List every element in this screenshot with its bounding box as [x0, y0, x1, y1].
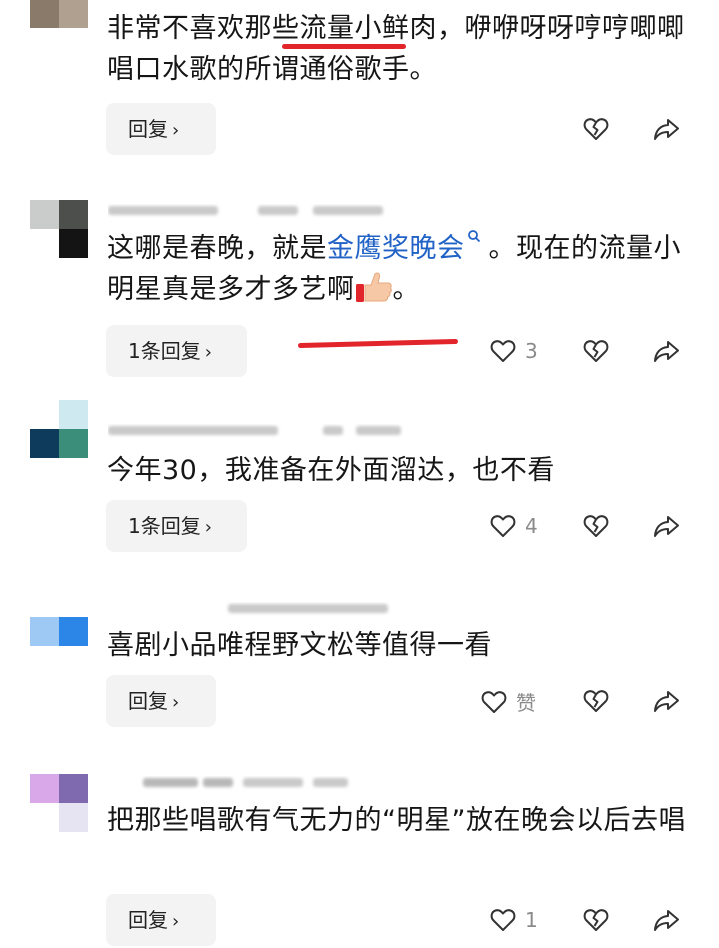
highlight-underline	[297, 338, 459, 349]
dislike-icon[interactable]	[582, 115, 610, 143]
avatar[interactable]	[30, 400, 88, 458]
comment-text: 今年30，我准备在外面溜达，也不看	[107, 455, 555, 486]
dislike-icon[interactable]	[582, 687, 610, 715]
comment-text: 喜剧小品唯程野文松等值得一看	[107, 630, 492, 661]
blurred-username	[108, 776, 408, 790]
share-icon[interactable]	[652, 687, 680, 715]
blurred-username	[108, 602, 428, 616]
reply-button[interactable]: 1条回复 ›	[106, 325, 247, 377]
avatar[interactable]	[30, 0, 88, 28]
comment-text: 非常不喜欢那些流量小鲜肉，咿咿呀呀哼哼唧唧唱口水歌的所谓通俗歌手。	[107, 13, 685, 85]
search-icon[interactable]	[467, 229, 481, 247]
chevron-right-icon: ›	[172, 911, 180, 932]
avatar[interactable]	[30, 774, 88, 832]
chevron-right-icon: ›	[204, 517, 212, 538]
like-count: 4	[525, 514, 538, 538]
dislike-icon[interactable]	[582, 906, 610, 934]
like-icon[interactable]	[480, 688, 508, 716]
share-icon[interactable]	[652, 512, 680, 540]
dislike-icon[interactable]	[582, 512, 610, 540]
like-icon[interactable]	[489, 337, 517, 365]
like-label: 赞	[516, 691, 536, 715]
like-icon[interactable]	[489, 512, 517, 540]
like-count: 3	[525, 339, 538, 363]
highlight-underline	[282, 44, 406, 49]
reply-button[interactable]: 1条回复 ›	[106, 500, 247, 552]
share-icon[interactable]	[652, 337, 680, 365]
comment-text: 这哪是春晚，就是金鹰奖晚会 。现在的流量小明星真是多才多艺啊。	[107, 228, 697, 310]
reply-button[interactable]: 回复 ›	[106, 675, 216, 727]
avatar[interactable]	[30, 588, 88, 646]
share-icon[interactable]	[652, 115, 680, 143]
share-icon[interactable]	[652, 906, 680, 934]
chevron-right-icon: ›	[204, 342, 212, 363]
reply-button[interactable]: 回复 ›	[106, 894, 216, 946]
comment-text: 把那些唱歌有气无力的“明星”放在晚会以后去唱	[107, 805, 686, 836]
chevron-right-icon: ›	[172, 120, 180, 141]
chevron-right-icon: ›	[172, 692, 180, 713]
like-icon[interactable]	[489, 906, 517, 934]
avatar[interactable]	[30, 200, 88, 258]
dislike-icon[interactable]	[582, 337, 610, 365]
blurred-username	[108, 204, 408, 218]
topic-link[interactable]: 金鹰奖晚会	[327, 233, 465, 264]
blurred-username	[108, 424, 408, 438]
thumbs-up-emoji	[355, 272, 392, 302]
like-count: 1	[525, 908, 538, 932]
reply-button[interactable]: 回复 ›	[106, 103, 216, 155]
